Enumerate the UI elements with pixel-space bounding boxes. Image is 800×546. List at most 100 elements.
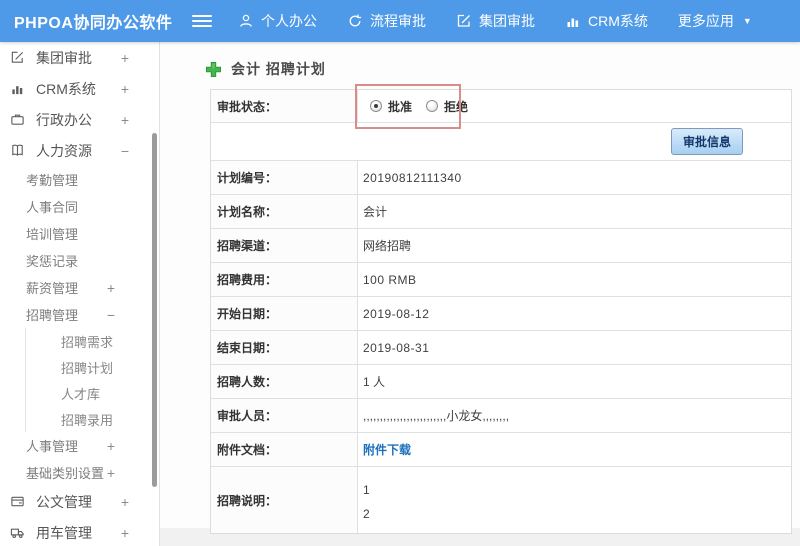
book-icon — [10, 143, 27, 158]
form-row-description: 招聘说明： 1 2 — [211, 466, 791, 533]
sidebar-item-recruit-plan[interactable]: 招聘计划 — [25, 354, 159, 380]
main-content: 会计 招聘计划 审批状态： 批准 拒绝 审批信息 计划编号： 201908121… — [160, 42, 800, 546]
form-row-channel: 招聘渠道： 网络招聘 — [211, 228, 791, 262]
sidebar-item-recruit-demand[interactable]: 招聘需求 — [25, 328, 159, 354]
field-label: 招聘说明： — [211, 467, 358, 533]
sidebar-item-personnel-mgmt[interactable]: 人事管理 + — [0, 432, 159, 459]
expand-toggle[interactable]: + — [121, 81, 129, 97]
expand-toggle[interactable]: + — [121, 50, 129, 66]
nav-item-more-apps[interactable]: 更多应用 ▼ — [678, 11, 752, 31]
field-label: 审批状态： — [211, 90, 358, 122]
sidebar-item-base-category[interactable]: 基础类别设置 + — [0, 459, 159, 486]
expand-toggle[interactable]: + — [121, 112, 129, 128]
caret-down-icon: ▼ — [742, 16, 752, 26]
collapse-toggle[interactable]: − — [107, 307, 115, 323]
radio-approve-circle[interactable] — [370, 100, 382, 112]
edit-square-icon — [10, 50, 27, 65]
recruit-plan-form: 审批状态： 批准 拒绝 审批信息 计划编号： 20190812111340 计划… — [210, 89, 792, 534]
field-label: 招聘费用： — [211, 263, 358, 296]
form-row-start-date: 开始日期： 2019-08-12 — [211, 296, 791, 330]
attachment-download-link[interactable]: 附件下载 — [363, 441, 411, 458]
nav-item-personal-office[interactable]: 个人办公 — [238, 11, 317, 31]
app-logo: PHPOA协同办公软件 — [14, 15, 173, 32]
sidebar-item-vehicle-mgmt[interactable]: 用车管理 + — [0, 517, 159, 546]
nav-item-crm-system[interactable]: CRM系统 — [565, 11, 648, 31]
nav-label: CRM系统 — [588, 13, 648, 29]
sidebar-scrollbar[interactable] — [152, 133, 157, 487]
form-row-attachment: 附件文档： 附件下载 — [211, 432, 791, 466]
sidebar-item-recruit-mgmt[interactable]: 招聘管理 − — [0, 301, 159, 328]
sidebar-item-recruit-hire[interactable]: 招聘录用 — [25, 406, 159, 432]
field-value: 20190812111340 — [363, 170, 462, 185]
radio-reject[interactable]: 拒绝 — [426, 98, 468, 115]
bar-chart-icon — [10, 81, 27, 96]
field-value: 1 人 — [363, 375, 386, 389]
form-row-cost: 招聘费用： 100 RMB — [211, 262, 791, 296]
sidebar-item-group-approval[interactable]: 集团审批 + — [0, 42, 159, 73]
wallet-icon — [10, 494, 27, 509]
sidebar-item-crm[interactable]: CRM系统 + — [0, 73, 159, 104]
sidebar-item-official-docs[interactable]: 公文管理 + — [0, 486, 159, 517]
sidebar-item-talent-pool[interactable]: 人才库 — [25, 380, 159, 406]
add-plus-icon[interactable] — [205, 61, 222, 78]
expand-toggle[interactable]: + — [107, 438, 115, 454]
field-value: 2019-08-12 — [363, 306, 430, 321]
sidebar-item-rewards[interactable]: 奖惩记录 — [0, 247, 159, 274]
field-label: 结束日期： — [211, 331, 358, 364]
process-refresh-icon — [347, 13, 363, 29]
field-label: 招聘人数： — [211, 365, 358, 398]
status-radio-group: 批准 拒绝 — [363, 98, 468, 115]
sidebar-item-salary[interactable]: 薪资管理 + — [0, 274, 159, 301]
radio-approve[interactable]: 批准 — [370, 98, 412, 115]
collapse-toggle[interactable]: − — [121, 143, 129, 159]
field-label: 招聘渠道： — [211, 229, 358, 262]
hamburger-menu-icon[interactable] — [192, 15, 212, 27]
field-value: 100 RMB — [363, 272, 417, 287]
briefcase-icon — [10, 112, 27, 127]
nav-item-process-approval[interactable]: 流程审批 — [347, 11, 426, 31]
sidebar-item-human-resources[interactable]: 人力资源 − — [0, 135, 159, 166]
expand-toggle[interactable]: + — [107, 465, 115, 481]
expand-toggle[interactable]: + — [121, 525, 129, 541]
app-window: PHPOA协同办公软件 个人办公 流程审批 集团审批 CRM系统 更多应用 ▼ … — [0, 0, 800, 546]
sidebar-item-admin-office[interactable]: 行政办公 + — [0, 104, 159, 135]
content-panel: 会计 招聘计划 审批状态： 批准 拒绝 审批信息 计划编号： 201908121… — [160, 42, 800, 534]
sidebar-item-attendance[interactable]: 考勤管理 — [0, 166, 159, 193]
page-title-row: 会计 招聘计划 — [160, 42, 800, 79]
form-row-end-date: 结束日期： 2019-08-31 — [211, 330, 791, 364]
description-line: 1 — [363, 483, 370, 497]
expand-toggle[interactable]: + — [107, 280, 115, 296]
nav-label: 个人办公 — [261, 13, 317, 29]
form-row-plan-number: 计划编号： 20190812111340 — [211, 160, 791, 194]
top-header-bar: PHPOA协同办公软件 个人办公 流程审批 集团审批 CRM系统 更多应用 ▼ — [0, 0, 800, 42]
approve-info-button[interactable]: 审批信息 — [670, 128, 743, 155]
field-value: 会计 — [363, 205, 388, 219]
field-label: 审批人员： — [211, 399, 358, 432]
field-label: 开始日期： — [211, 297, 358, 330]
field-label: 计划编号： — [211, 161, 358, 194]
edit-square-icon — [456, 13, 472, 29]
sidebar-item-training[interactable]: 培训管理 — [0, 220, 159, 247]
form-row-approvers: 审批人员： ,,,,,,,,,,,,,,,,,,,,,,,,,小龙女,,,,,,… — [211, 398, 791, 432]
top-nav: 个人办公 流程审批 集团审批 CRM系统 更多应用 ▼ — [238, 11, 752, 31]
expand-toggle[interactable]: + — [121, 494, 129, 510]
field-value: 2019-08-31 — [363, 340, 430, 355]
sidebar-item-hr-contract[interactable]: 人事合同 — [0, 193, 159, 220]
field-value: ,,,,,,,,,,,,,,,,,,,,,,,,,小龙女,,,,,,,, — [363, 409, 510, 423]
form-row-plan-name: 计划名称： 会计 — [211, 194, 791, 228]
bar-chart-icon — [565, 13, 581, 29]
truck-icon — [10, 525, 27, 540]
field-label: 附件文档： — [211, 433, 358, 466]
sidebar-menu: 集团审批 + CRM系统 + 行政办公 + 人力资源 − 考勤管理 人事合同 培… — [0, 42, 160, 546]
description-line: 2 — [363, 507, 370, 521]
field-label: 计划名称： — [211, 195, 358, 228]
nav-label: 流程审批 — [370, 13, 426, 29]
form-row-headcount: 招聘人数： 1 人 — [211, 364, 791, 398]
page-title: 会计 招聘计划 — [231, 61, 326, 77]
form-row-status: 审批状态： 批准 拒绝 — [211, 90, 791, 122]
nav-item-group-approval[interactable]: 集团审批 — [456, 11, 535, 31]
user-icon — [238, 13, 254, 29]
form-row-approve-button: 审批信息 — [211, 122, 791, 160]
field-value: 网络招聘 — [363, 239, 412, 253]
radio-reject-circle[interactable] — [426, 100, 439, 112]
